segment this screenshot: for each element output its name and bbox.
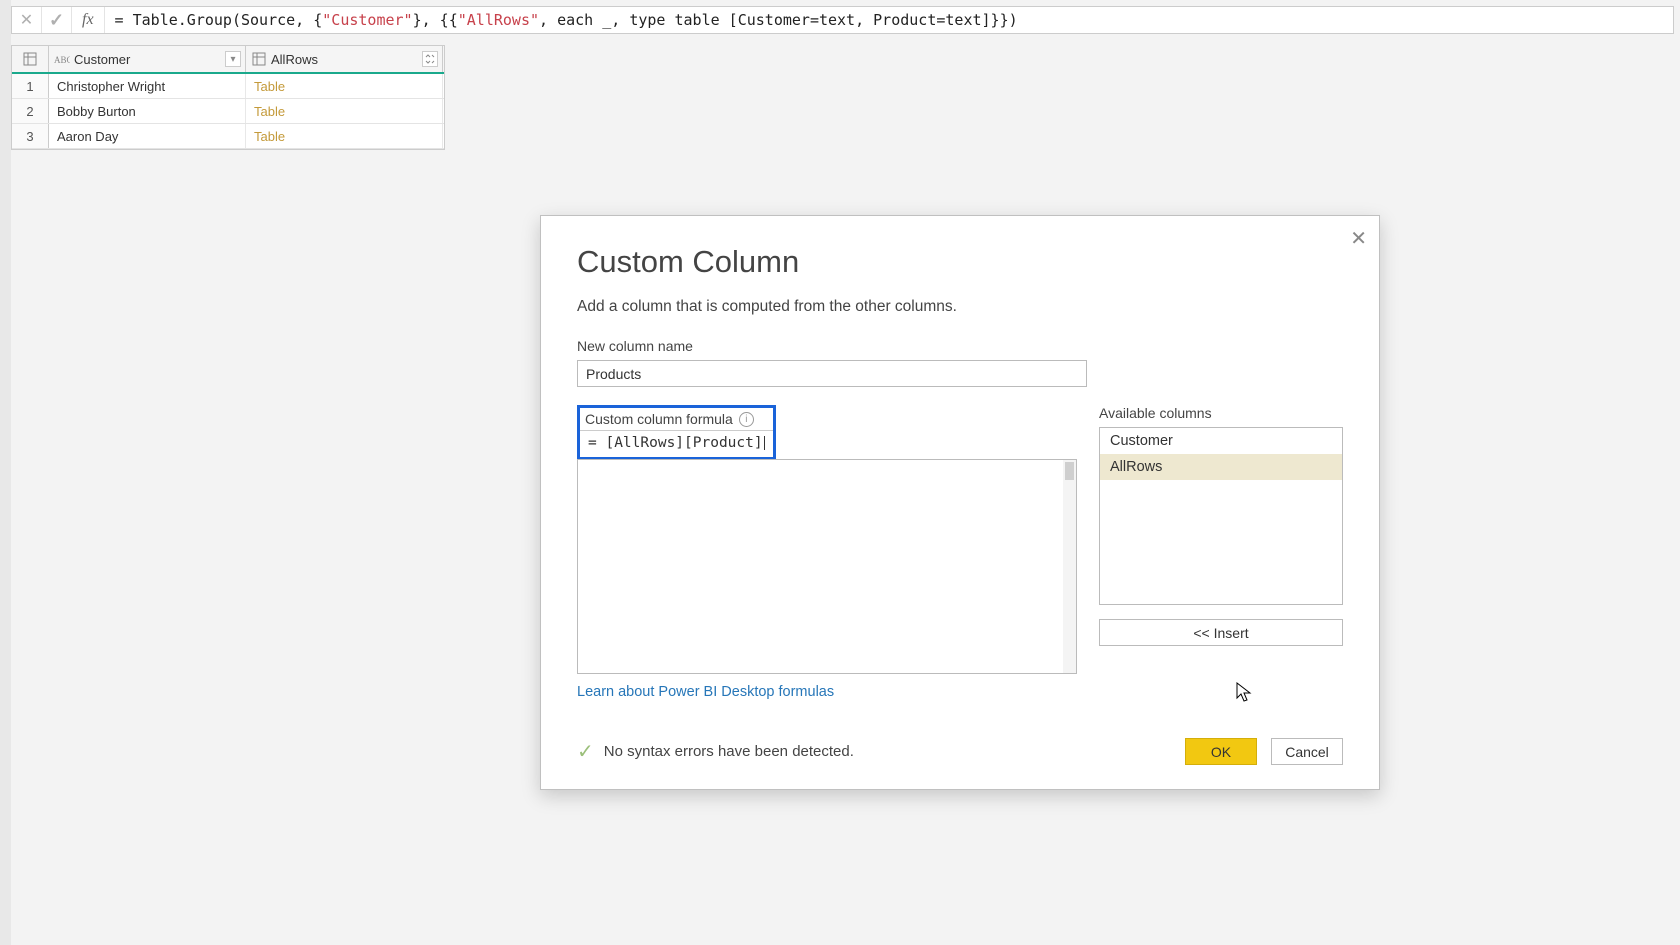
cell-allrows[interactable]: Table xyxy=(246,124,443,148)
available-column-item[interactable]: AllRows xyxy=(1100,454,1342,480)
info-icon[interactable]: i xyxy=(739,412,754,427)
dialog-title: Custom Column xyxy=(577,244,1343,280)
new-column-name-input[interactable] xyxy=(577,360,1087,387)
table-icon xyxy=(23,52,37,66)
table-type-icon xyxy=(251,51,267,67)
formula-part: "AllRows" xyxy=(458,11,539,29)
custom-formula-value[interactable]: = [AllRows][Product] xyxy=(580,430,773,457)
cell-customer[interactable]: Christopher Wright xyxy=(49,74,246,98)
formula-part: }, {{ xyxy=(413,11,458,29)
formula-highlight-annotation: Custom column formula i = [AllRows][Prod… xyxy=(577,405,776,460)
fx-label: fx xyxy=(72,7,105,33)
scrollbar-track[interactable] xyxy=(1063,460,1076,673)
formula-commit-button[interactable]: ✓ xyxy=(42,7,72,33)
custom-formula-label: Custom column formula xyxy=(585,411,733,427)
formula-cancel-button[interactable]: ✕ xyxy=(12,7,42,33)
column-filter-dropdown[interactable]: ▾ xyxy=(225,51,241,67)
table-header-row: ABC Customer ▾ AllRows xyxy=(12,46,444,74)
formula-part: "Customer" xyxy=(322,11,412,29)
row-index: 1 xyxy=(12,74,49,98)
new-column-name-label: New column name xyxy=(577,338,1343,354)
formula-part: = Table.Group(Source, { xyxy=(115,11,323,29)
left-strip xyxy=(0,0,11,945)
text-caret xyxy=(764,436,765,450)
cell-allrows[interactable]: Table xyxy=(246,99,443,123)
column-header-customer[interactable]: ABC Customer ▾ xyxy=(49,46,246,72)
ok-button[interactable]: OK xyxy=(1185,738,1257,765)
row-index: 2 xyxy=(12,99,49,123)
table-row[interactable]: 1 Christopher Wright Table xyxy=(12,74,444,99)
status-text: No syntax errors have been detected. xyxy=(604,743,854,760)
insert-button[interactable]: << Insert xyxy=(1099,619,1343,646)
formula-content: = [AllRows][Product] xyxy=(588,435,763,451)
table-row[interactable]: 2 Bobby Burton Table xyxy=(12,99,444,124)
custom-formula-textarea[interactable] xyxy=(577,459,1077,674)
custom-column-dialog: ✕ Custom Column Add a column that is com… xyxy=(540,215,1380,790)
formula-part: , each _, type table [Customer=text, Pro… xyxy=(539,11,1018,29)
column-name: Customer xyxy=(74,52,225,67)
cell-customer[interactable]: Aaron Day xyxy=(49,124,246,148)
table-corner[interactable] xyxy=(12,46,49,72)
dialog-subtitle: Add a column that is computed from the o… xyxy=(577,298,1343,316)
svg-text:ABC: ABC xyxy=(54,55,70,65)
available-columns-label: Available columns xyxy=(1099,405,1343,421)
close-icon[interactable]: ✕ xyxy=(1350,226,1367,251)
learn-link[interactable]: Learn about Power BI Desktop formulas xyxy=(577,684,1083,700)
scrollbar-thumb[interactable] xyxy=(1065,462,1074,480)
cell-customer[interactable]: Bobby Burton xyxy=(49,99,246,123)
formula-bar: ✕ ✓ fx = Table.Group(Source, {"Customer"… xyxy=(11,6,1674,34)
formula-text[interactable]: = Table.Group(Source, {"Customer"}, {{"A… xyxy=(105,11,1673,29)
cell-allrows[interactable]: Table xyxy=(246,74,443,98)
available-columns-list: Customer AllRows xyxy=(1099,427,1343,605)
row-index: 3 xyxy=(12,124,49,148)
check-icon: ✓ xyxy=(577,739,594,764)
cancel-button[interactable]: Cancel xyxy=(1271,738,1343,765)
text-type-icon: ABC xyxy=(54,51,70,67)
syntax-status: ✓ No syntax errors have been detected. xyxy=(577,739,854,764)
column-expand-button[interactable] xyxy=(422,51,438,67)
available-column-item[interactable]: Customer xyxy=(1100,428,1342,454)
column-name: AllRows xyxy=(271,52,422,67)
column-header-allrows[interactable]: AllRows xyxy=(246,46,443,72)
data-preview-table: ABC Customer ▾ AllRows 1 Christopher Wri… xyxy=(11,45,445,150)
table-row[interactable]: 3 Aaron Day Table xyxy=(12,124,444,149)
